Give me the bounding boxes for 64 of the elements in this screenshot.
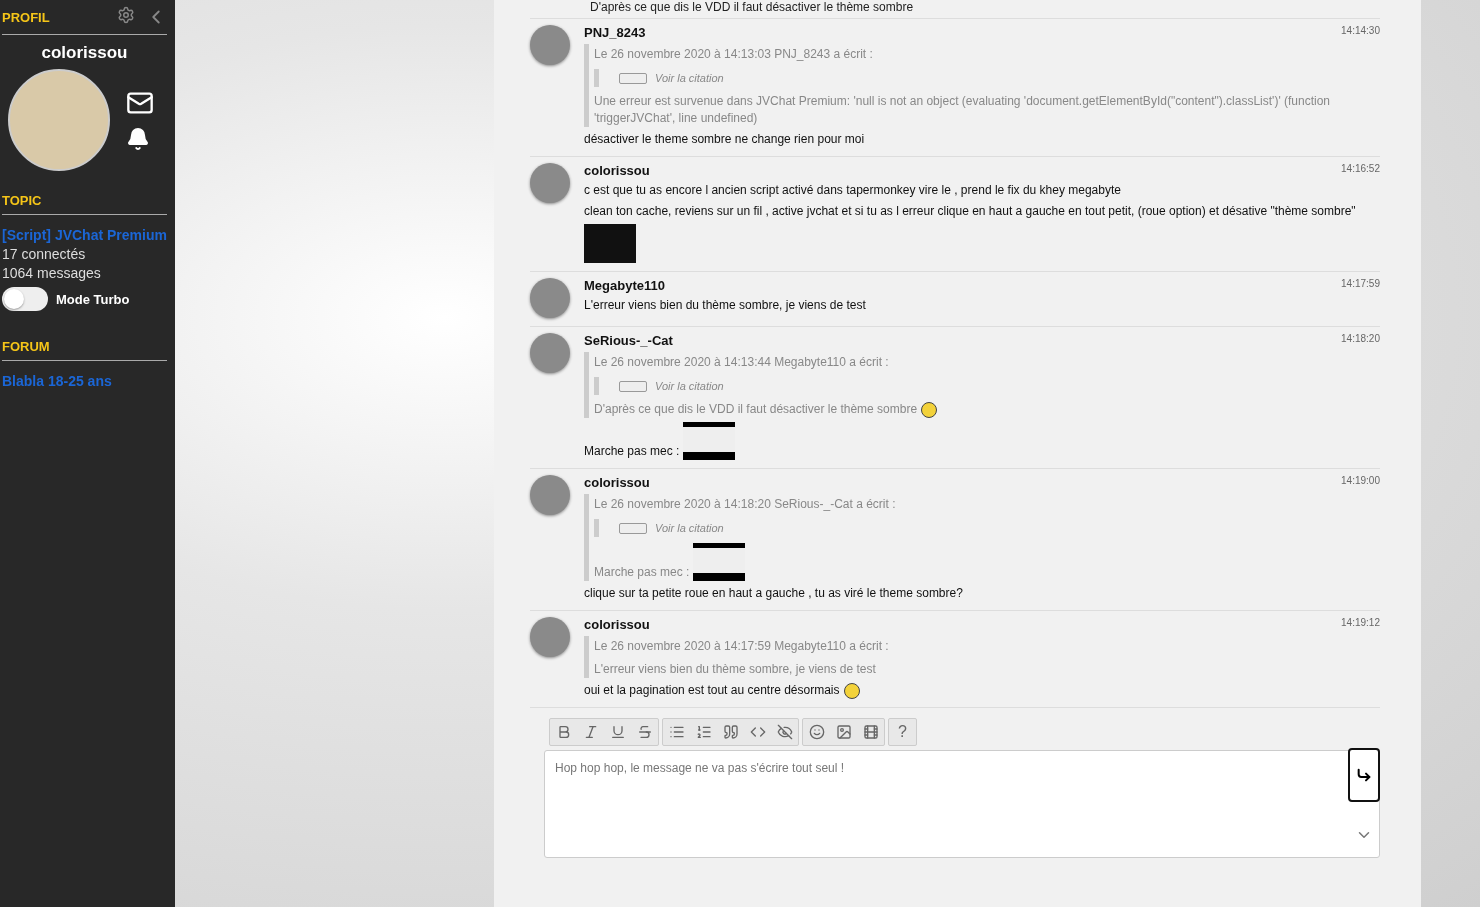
bullet-list-icon: [668, 724, 685, 740]
underline-icon: [609, 724, 626, 740]
message-time: 14:19:00: [1341, 475, 1380, 488]
code-icon: [749, 724, 766, 740]
quote-icon: [722, 724, 739, 740]
section-heading: PROFIL: [2, 9, 50, 25]
message-input[interactable]: Hop hop hop, le message ne va pas s'écrire tout seul !: [544, 750, 1380, 858]
section-heading: TOPIC: [2, 193, 42, 208]
message-time: 14:16:52: [1341, 163, 1380, 176]
message-text: Marche pas mec :: [594, 564, 690, 581]
quote-header: Le 26 novembre 2020 à 14:13:03 PNJ_8243 a écrit :: [594, 46, 874, 63]
avatar-placeholder: [530, 333, 570, 373]
section-heading: FORUM: [2, 339, 50, 354]
film-icon: [862, 724, 879, 740]
smiley-icon: [921, 402, 938, 418]
avatar-placeholder: [530, 617, 570, 657]
connected-count: 17 connectés: [2, 246, 87, 262]
author-name[interactable]: SeRious-_-Cat: [584, 333, 673, 348]
message-text: c est que tu as encore l ancien script activé dans tapermonkey vire le , prend le fix du khey megabyte: [584, 182, 1122, 199]
turbo-toggle[interactable]: [2, 287, 48, 311]
strikethrough-icon: [636, 724, 653, 740]
message-text: L'erreur viens bien du thème sombre, je viens de test: [594, 661, 877, 678]
author-name[interactable]: colorissou: [584, 617, 650, 632]
message-text: Marche pas mec :: [584, 443, 680, 460]
toggle-label: Mode Turbo: [56, 291, 130, 307]
send-button[interactable]: [1348, 748, 1380, 802]
expand-button[interactable]: [619, 72, 647, 84]
username: colorissou: [40, 43, 129, 63]
help-button[interactable]: ?: [889, 719, 916, 745]
message-text: D'après ce que dis le VDD il faut désactiver le thème sombre: [594, 401, 918, 418]
settings-icon[interactable]: [117, 6, 135, 24]
message-text: Une erreur est survenue dans JVChat Premium: 'null is not an object (evaluating 'document.getElementById("content").classList')' (function 'triggerJVChat', line undefined): [594, 93, 1332, 127]
eye-off-icon: [776, 724, 793, 740]
arrow-icon: [1356, 766, 1372, 784]
message-text: L'erreur viens bien du thème sombre, je viens de test: [584, 297, 867, 314]
author-name[interactable]: colorissou: [584, 475, 650, 490]
avatar-placeholder: [530, 278, 570, 318]
author-name[interactable]: PNJ_8243: [584, 25, 646, 40]
quote-header: Le 26 novembre 2020 à 14:17:59 Megabyte110 a écrit :: [594, 638, 890, 655]
message-time: 14:18:20: [1341, 333, 1380, 346]
image-icon: [835, 724, 852, 740]
message-text: clique sur ta petite roue en haut a gauche , tu as viré le theme sombre?: [584, 585, 964, 602]
message-time: 14:14:30: [1341, 25, 1380, 38]
message-text: désactiver le theme sombre ne change rien pour moi: [584, 131, 866, 148]
message-text: oui et la pagination est tout au centre désormais: [584, 682, 840, 699]
screenshot-thumbnail[interactable]: [584, 224, 636, 263]
avatar-placeholder: [530, 25, 570, 65]
quote-header: Le 26 novembre 2020 à 14:18:20 SeRious-_-Cat a écrit :: [594, 496, 897, 513]
expand-button[interactable]: [619, 380, 647, 392]
avatar-placeholder: [530, 475, 570, 515]
author-name[interactable]: colorissou: [584, 163, 650, 178]
message-time: 14:19:12: [1341, 617, 1380, 630]
message-time: 14:17:59: [1341, 278, 1380, 291]
bell-icon[interactable]: [126, 127, 150, 151]
avatar-placeholder: [530, 163, 570, 203]
message-text: clean ton cache, reviens sur un fil , active jvchat et si tu as l erreur clique en haut a gauche en tout petit, (roue option) et désative "thème sombre": [584, 203, 1357, 220]
author-name[interactable]: Megabyte110: [584, 278, 665, 293]
quote-header: Le 26 novembre 2020 à 14:13:44 Megabyte110 a écrit :: [594, 354, 890, 371]
message-text: D'après ce que dis le VDD il faut désactiver le thème sombre: [530, 0, 1380, 19]
smiley-icon: [808, 724, 825, 740]
expand-button[interactable]: [619, 522, 647, 534]
numbered-list-icon: [695, 724, 712, 740]
message-count: 1064 messages: [2, 265, 102, 281]
smiley-icon: [843, 683, 860, 699]
